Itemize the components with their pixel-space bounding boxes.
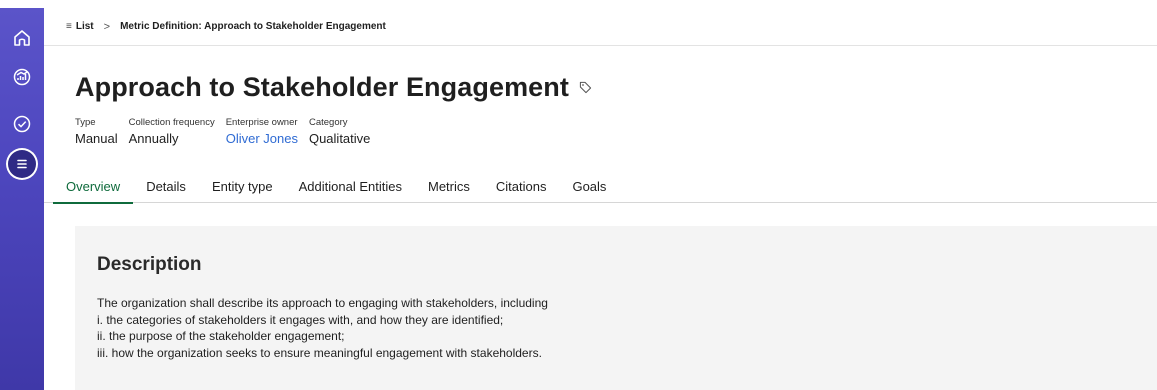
metadata-row: Type Manual Collection frequency Annuall… xyxy=(75,117,370,146)
breadcrumb: ≡ List > Metric Definition: Approach to … xyxy=(44,8,1157,46)
tab-citations[interactable]: Citations xyxy=(483,171,560,203)
meta-category-value: Qualitative xyxy=(308,131,371,146)
meta-collection-frequency: Collection frequency Annually xyxy=(129,117,215,146)
home-icon[interactable] xyxy=(8,24,36,52)
description-line: iii. how the organization seeks to ensur… xyxy=(97,345,542,360)
meta-category: Category Qualitative xyxy=(309,117,370,146)
enterprise-owner-link[interactable]: Oliver Jones xyxy=(226,131,298,146)
description-body: The organization shall describe its appr… xyxy=(97,295,548,361)
description-line: ii. the purpose of the stakeholder engag… xyxy=(97,329,345,343)
description-card: Description The organization shall descr… xyxy=(75,226,1157,390)
list-icon[interactable] xyxy=(6,148,38,180)
analytics-icon[interactable] xyxy=(8,63,36,91)
tab-details[interactable]: Details xyxy=(133,171,199,203)
tag-icon[interactable] xyxy=(579,81,593,95)
tab-additional-entities[interactable]: Additional Entities xyxy=(286,171,415,203)
tab-bar: Overview Details Entity type Additional … xyxy=(44,171,1157,204)
breadcrumb-list-link[interactable]: ≡ List xyxy=(66,21,94,32)
description-heading: Description xyxy=(97,254,202,275)
meta-collection-frequency-value: Annually xyxy=(128,131,179,146)
page-title: Approach to Stakeholder Engagement xyxy=(75,72,569,102)
menu-lines-icon: ≡ xyxy=(66,21,72,32)
meta-category-label: Category xyxy=(308,117,348,128)
description-line: The organization shall describe its appr… xyxy=(97,296,548,310)
tab-overview[interactable]: Overview xyxy=(53,171,134,204)
title-row: Approach to Stakeholder Engagement xyxy=(75,72,593,103)
meta-type-value: Manual xyxy=(75,131,118,146)
tab-goals[interactable]: Goals xyxy=(559,171,619,203)
meta-type: Type Manual xyxy=(75,117,118,146)
breadcrumb-current: Metric Definition: Approach to Stakehold… xyxy=(120,21,386,32)
tab-metrics[interactable]: Metrics xyxy=(415,171,483,203)
meta-type-label: Type xyxy=(75,117,96,128)
meta-enterprise-owner-label: Enterprise owner xyxy=(225,117,298,128)
breadcrumb-list-label: List xyxy=(75,21,94,32)
left-nav-rail xyxy=(0,8,44,390)
top-strip xyxy=(0,0,1157,8)
app-root: ≡ List > Metric Definition: Approach to … xyxy=(0,0,1157,390)
description-line: i. the categories of stakeholders it eng… xyxy=(97,312,504,327)
meta-collection-frequency-label: Collection frequency xyxy=(128,117,215,128)
meta-enterprise-owner: Enterprise owner Oliver Jones xyxy=(226,117,298,146)
check-circle-icon[interactable] xyxy=(8,110,36,138)
tab-entity-type[interactable]: Entity type xyxy=(199,171,286,203)
breadcrumb-separator: > xyxy=(103,20,111,33)
